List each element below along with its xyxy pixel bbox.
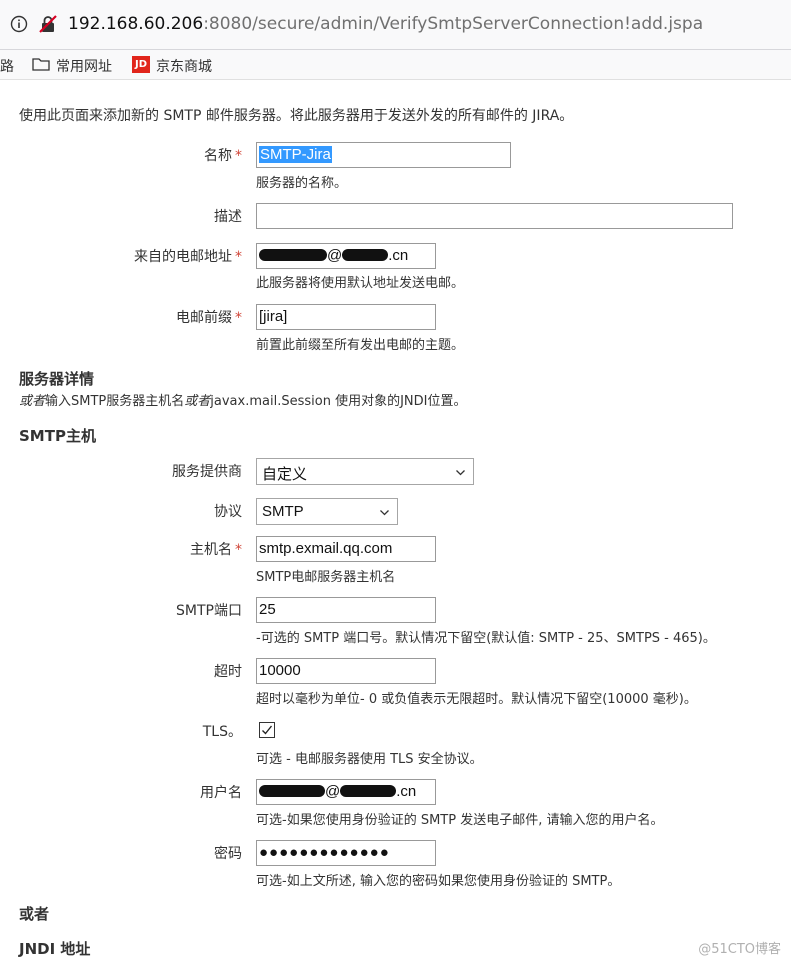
required-marker: * [235, 310, 242, 326]
timeout-input[interactable]: 10000 [256, 658, 436, 684]
bookmark-common-sites[interactable]: 常用网址 [56, 56, 112, 76]
password-label: 密码 [214, 846, 242, 862]
redacted-text [340, 785, 397, 797]
email-prefix-label-text: 电邮前缀 [176, 310, 232, 326]
hostname-hint: SMTP电邮服务器主机名 [256, 570, 396, 585]
username-at: @ [325, 783, 341, 800]
from-address-label: 来自的电邮地址 * [0, 246, 242, 266]
note-end: javax.mail.Session 使用对象的JNDI位置。 [210, 394, 467, 409]
email-prefix-label: 电邮前缀 * [0, 307, 242, 327]
required-marker: * [235, 249, 242, 265]
insecure-lock-icon[interactable] [38, 14, 58, 34]
email-prefix-input[interactable]: [jira] [256, 304, 436, 330]
name-label-text: 名称 [204, 148, 232, 164]
cut-off-heading [28, 78, 228, 82]
username-input[interactable]: @ .cn [256, 779, 436, 805]
name-hint: 服务器的名称。 [256, 176, 348, 191]
timeout-hint: 超时以毫秒为单位- 0 或负值表示无限超时。默认情况下留空(10000 毫秒)。 [256, 692, 697, 707]
name-label: 名称 * [0, 145, 242, 165]
bookmark-jd-mall[interactable]: 京东商城 [156, 56, 212, 76]
server-details-note: 或者输入SMTP服务器主机名或者javax.mail.Session 使用对象的… [19, 390, 466, 409]
url-path: :8080/secure/admin/VerifySmtpServerConne… [203, 14, 704, 34]
description-input[interactable] [256, 203, 733, 229]
smtp-port-input[interactable]: 25 [256, 597, 436, 623]
protocol-select[interactable]: SMTP [256, 498, 398, 525]
redacted-text [342, 249, 389, 261]
note-mid: 输入SMTP服务器主机名 [45, 394, 185, 409]
page-intro: 使用此页面来添加新的 SMTP 邮件服务器。将此服务器用于发送外发的所有邮件的 … [19, 108, 574, 124]
folder-icon [32, 58, 50, 71]
jd-logo-icon: JD [132, 56, 150, 73]
from-address-label-text: 来自的电邮地址 [134, 249, 232, 265]
or-heading: 或者 [19, 905, 50, 923]
hostname-input[interactable]: smtp.exmail.qq.com [256, 536, 436, 562]
timeout-label: 超时 [214, 664, 242, 680]
url-text[interactable]: 192.168.60.206:8080/secure/admin/VerifyS… [68, 14, 703, 34]
tls-hint: 可选 - 电邮服务器使用 TLS 安全协议。 [256, 752, 483, 767]
note-or-1: 或者 [19, 394, 46, 409]
password-hint: 可选-如上文所述, 输入您的密码如果您使用身份验证的 SMTP。 [256, 874, 621, 889]
from-address-input[interactable]: @ .cn [256, 243, 436, 269]
protocol-select-value: SMTP [262, 503, 304, 520]
smtp-port-hint: -可选的 SMTP 端口号。默认情况下留空(默认值: SMTP - 25、SMT… [256, 631, 716, 646]
password-input[interactable]: ●●●●●●●●●●●●● [256, 840, 436, 866]
from-address-hint: 此服务器将使用默认地址发送电邮。 [256, 276, 465, 291]
watermark: @51CTO博客 [698, 942, 781, 957]
required-marker: * [235, 148, 242, 164]
provider-select-value: 自定义 [262, 466, 308, 483]
tls-checkbox[interactable] [259, 722, 275, 738]
from-suffix: .cn [388, 247, 409, 264]
hostname-label: 主机名 * [0, 539, 242, 559]
server-details-heading: 服务器详情 [19, 370, 95, 388]
redacted-text [259, 785, 325, 797]
username-suffix: .cn [396, 783, 417, 800]
username-hint: 可选-如果您使用身份验证的 SMTP 发送电子邮件, 请输入您的用户名。 [256, 813, 664, 828]
chevron-down-icon [456, 470, 465, 476]
description-label: 描述 [214, 209, 242, 225]
note-or-2: 或者 [184, 394, 211, 409]
bookmark-truncated[interactable]: 路 [0, 56, 14, 76]
browser-address-bar[interactable]: 192.168.60.206:8080/secure/admin/VerifyS… [0, 0, 791, 50]
protocol-label: 协议 [214, 504, 242, 520]
hostname-label-text: 主机名 [190, 542, 232, 558]
redacted-text [259, 249, 327, 261]
smtp-host-heading: SMTP主机 [19, 427, 96, 445]
tls-label: TLS。 [202, 724, 242, 740]
jndi-heading: JNDI 地址 [19, 940, 91, 958]
from-at: @ [327, 247, 343, 264]
url-host: 192.168.60.206 [68, 14, 204, 34]
username-label: 用户名 [200, 785, 242, 801]
smtp-port-label: SMTP端口 [176, 603, 242, 619]
name-input[interactable]: SMTP-Jira [256, 142, 511, 168]
checkmark-icon [262, 725, 273, 735]
info-icon[interactable] [10, 15, 28, 33]
chevron-down-icon [380, 510, 389, 516]
bookmarks-bar: 路 常用网址 JD 京东商城 [0, 50, 791, 80]
provider-select[interactable]: 自定义 [256, 458, 474, 485]
email-prefix-hint: 前置此前缀至所有发出电邮的主题。 [256, 338, 465, 353]
required-marker: * [235, 542, 242, 558]
name-input-value: SMTP-Jira [259, 146, 332, 163]
provider-label: 服务提供商 [172, 464, 242, 480]
